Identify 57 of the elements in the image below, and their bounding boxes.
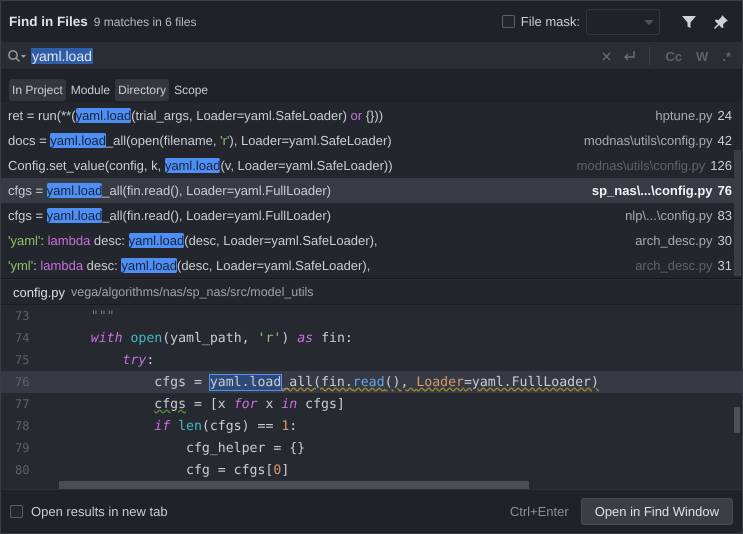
code-text: """ bbox=[90, 308, 115, 324]
code-text: try: bbox=[122, 352, 154, 368]
new-tab-checkbox[interactable] bbox=[10, 505, 23, 518]
result-line-number: 42 bbox=[718, 133, 732, 148]
code-text: cfg = cfgs[0] bbox=[185, 462, 290, 478]
filter-icon[interactable] bbox=[681, 14, 697, 30]
shortcut-hint: Ctrl+Enter bbox=[510, 504, 569, 519]
clear-icon[interactable] bbox=[601, 50, 612, 62]
file-mask-checkbox[interactable] bbox=[502, 15, 515, 28]
result-code: Config.set_value(config, k, yaml.load(v, Loader=yaml.SafeLoader)) bbox=[8, 158, 393, 173]
code-text: cfg_helper = {} bbox=[185, 440, 306, 456]
result-line-number: 126 bbox=[710, 158, 732, 173]
result-line-number: 83 bbox=[718, 208, 732, 223]
line-number: 80 bbox=[14, 463, 30, 477]
scope-tab[interactable]: Scope bbox=[171, 79, 212, 101]
line-number: 78 bbox=[14, 419, 30, 433]
line-number: 79 bbox=[14, 441, 30, 455]
line-number: 77 bbox=[14, 397, 30, 411]
preview-file-name: config.py bbox=[13, 284, 66, 300]
result-row[interactable]: Config.set_value(config, k, yaml.load(v, Loader=yaml.SafeLoader)) modnas\utils\config.py 126 bbox=[1, 153, 734, 178]
file-mask-label: File mask: bbox=[520, 14, 580, 29]
file-mask-dropdown[interactable] bbox=[586, 8, 660, 34]
result-file-path: hptune.py bbox=[655, 108, 713, 123]
pin-icon[interactable] bbox=[713, 14, 729, 30]
dialog-title: Find in Files bbox=[9, 14, 88, 29]
scope-tab[interactable]: In Project bbox=[9, 79, 66, 101]
scrollbar[interactable] bbox=[734, 407, 740, 433]
open-find-window-button[interactable]: Open in Find Window bbox=[580, 498, 733, 525]
scrollbar[interactable] bbox=[734, 150, 741, 276]
result-line-number: 30 bbox=[718, 233, 732, 248]
result-file-path: sp_nas\...\config.py bbox=[592, 183, 713, 198]
result-line-number: 31 bbox=[718, 258, 732, 273]
code-text: cfgs = yaml.load_all(fin.read(), Loader=yaml.FullLoader) bbox=[153, 374, 599, 390]
search-field[interactable]: yaml.load bbox=[31, 48, 93, 64]
line-number: 73 bbox=[14, 309, 30, 323]
scope-tab[interactable]: Directory bbox=[115, 79, 170, 101]
code-text: cfgs = [x for x in cfgs] bbox=[153, 396, 345, 412]
preview-file-path: vega/algorithms/nas/sp_nas/src/model_utils bbox=[71, 285, 314, 299]
new-tab-label: Open results in new tab bbox=[31, 504, 168, 519]
line-number: 75 bbox=[14, 353, 30, 367]
match-summary: 9 matches in 6 files bbox=[94, 14, 196, 28]
result-file-path: arch_desc.py bbox=[635, 258, 713, 273]
result-code: 'yml': lambda desc: yaml.load(desc, Loader=yaml.SafeLoader), bbox=[8, 258, 370, 273]
search-icon[interactable] bbox=[7, 49, 27, 63]
result-line-number: 24 bbox=[718, 108, 732, 123]
result-file-path: modnas\utils\config.py bbox=[576, 158, 706, 173]
code-text: if len(cfgs) == 1: bbox=[153, 418, 298, 434]
newline-icon[interactable] bbox=[622, 49, 636, 63]
scrollbar[interactable] bbox=[59, 481, 529, 489]
line-number: 74 bbox=[14, 331, 30, 345]
result-file-path: arch_desc.py bbox=[635, 233, 713, 248]
result-row[interactable]: 'yml': lambda desc: yaml.load(desc, Loader=yaml.SafeLoader), arch_desc.py 31 bbox=[1, 253, 734, 278]
code-text: with open(yaml_path, 'r') as fin: bbox=[90, 330, 353, 346]
result-line-number: 76 bbox=[718, 183, 732, 198]
result-file-path: modnas\utils\config.py bbox=[584, 133, 713, 148]
result-file-path: nlp\...\config.py bbox=[625, 208, 713, 223]
scope-tab[interactable]: Module bbox=[68, 79, 114, 101]
